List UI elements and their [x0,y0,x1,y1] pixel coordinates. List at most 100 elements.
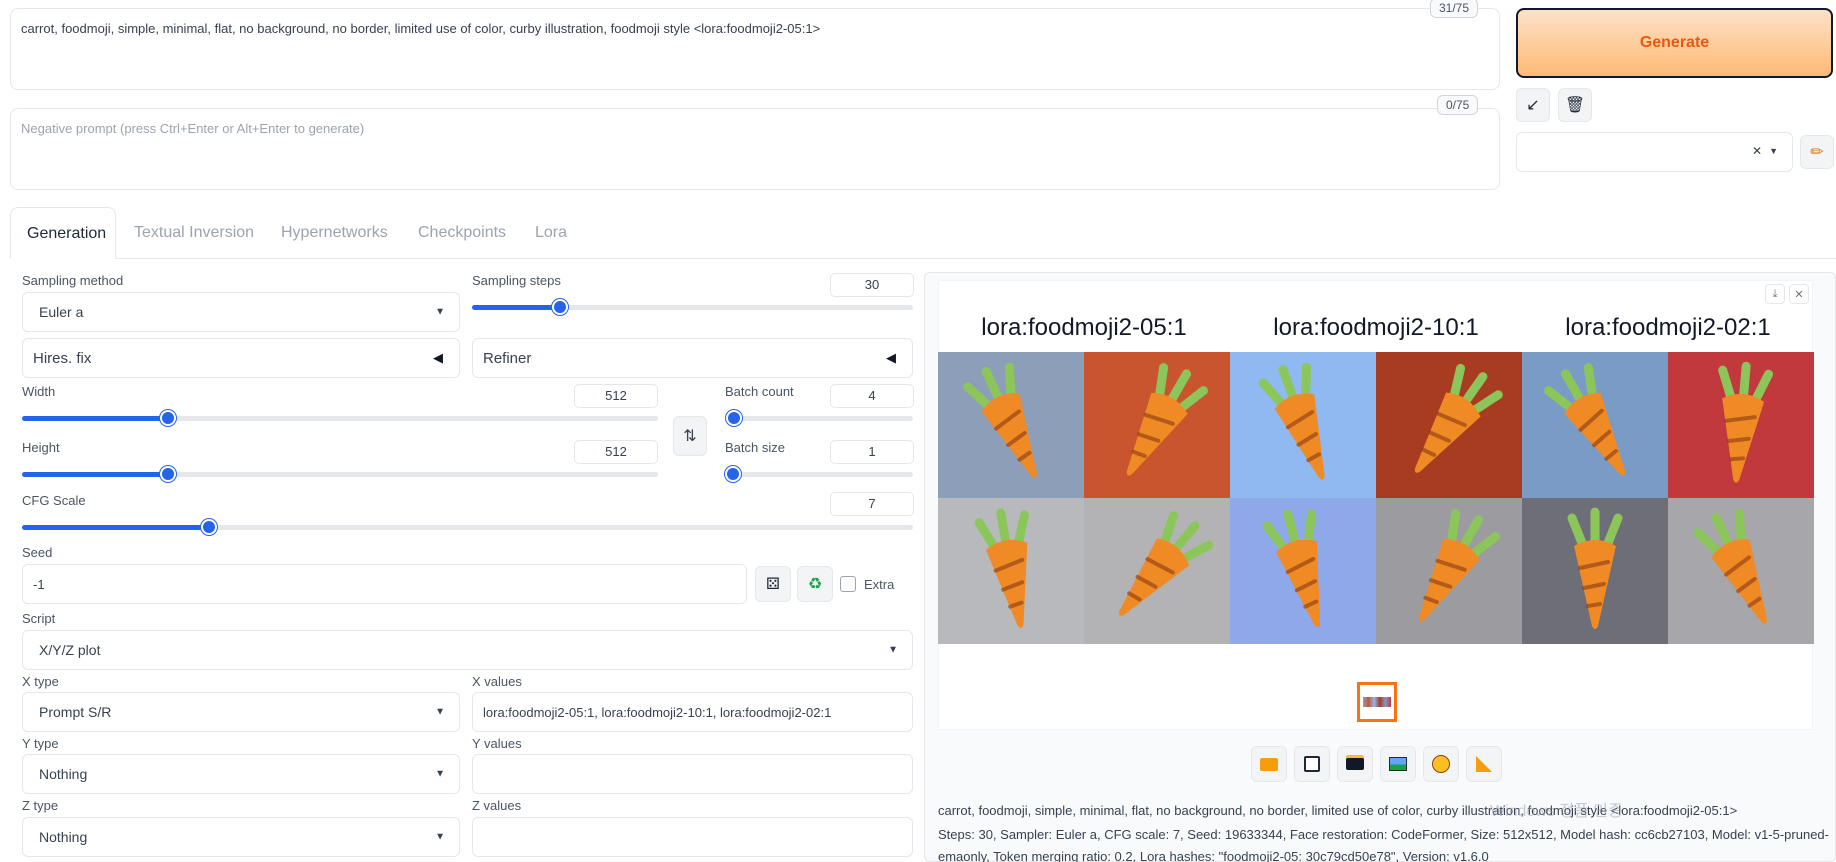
cfg-scale-input[interactable]: 7 [830,492,914,516]
recycle-icon: ♻ [807,576,823,593]
extra-checkbox[interactable] [840,576,856,592]
height-slider[interactable] [22,466,658,482]
grid-tile [1522,498,1668,644]
edit-styles-button[interactable]: ✏ [1800,135,1834,169]
x-values-label: X values [472,674,522,689]
read-params-button[interactable]: ↙ [1516,88,1550,122]
cfg-scale-slider[interactable] [22,519,913,535]
styles-dropdown[interactable]: ✕ ▼ [1516,132,1793,172]
negative-prompt-input[interactable]: Negative prompt (press Ctrl+Enter or Alt… [10,108,1500,190]
trash-icon: 🗑 [1564,97,1586,114]
grid-tile [1376,498,1522,644]
chevron-down-icon: ▼ [435,706,445,718]
floppy-icon [1304,756,1320,772]
image-icon [1389,757,1407,771]
send-to-extras-button[interactable] [1466,746,1502,782]
save-button[interactable] [1294,746,1330,782]
grid-tile [1084,498,1230,644]
tab-bar: Generation Textual Inversion Hypernetwor… [10,207,1836,259]
grid-tile [1522,352,1668,498]
batch-count-input[interactable]: 4 [830,384,914,408]
z-values-label: Z values [472,798,522,813]
seed-input[interactable]: -1 [22,564,747,604]
width-input[interactable]: 512 [574,384,658,408]
z-type-select[interactable]: Nothing ▼ [22,817,460,857]
slider-thumb[interactable] [725,410,742,426]
clear-prompt-button[interactable]: 🗑 [1558,88,1592,122]
batch-count-label: Batch count [725,384,794,399]
grid-tile [1230,498,1376,644]
hires-fix-accordion[interactable]: Hires. fix ◀ [22,338,460,378]
swap-dimensions-button[interactable]: ⇅ [673,416,707,456]
extra-label: Extra [864,577,895,592]
slider-thumb[interactable] [552,299,569,315]
random-seed-button[interactable]: ⚄ [755,566,791,602]
y-type-value: Nothing [39,766,88,782]
hires-fix-label: Hires. fix [33,349,92,367]
generate-button[interactable]: Generate [1516,8,1833,78]
script-select[interactable]: X/Y/Z plot ▼ [22,630,913,670]
sampling-method-select[interactable]: Euler a ▼ [22,292,460,332]
batch-size-slider[interactable] [725,466,913,482]
y-values-input[interactable] [472,754,913,794]
clear-styles-icon[interactable]: ✕ [1752,144,1762,158]
swap-icon: ⇅ [683,428,697,445]
batch-count-slider[interactable] [725,410,913,426]
grid-tile [938,498,1084,644]
sampling-method-label: Sampling method [22,273,124,288]
y-type-select[interactable]: Nothing ▼ [22,754,460,794]
chevron-down-icon: ▼ [435,306,445,318]
batch-size-label: Batch size [725,440,785,455]
windows-activation-watermark: Windows 정품 인증 [1490,803,1623,820]
grid-image[interactable] [938,352,1814,644]
zip-button[interactable] [1337,746,1373,782]
generation-info-hashes: emaonly, Token merging ratio: 0.2, Lora … [938,849,1489,862]
script-value: X/Y/Z plot [39,642,101,658]
script-label: Script [22,611,56,626]
send-to-img2img-button[interactable] [1380,746,1416,782]
height-input[interactable]: 512 [574,440,658,464]
download-icon: ⤓ [1772,287,1778,300]
reuse-seed-button[interactable]: ♻ [797,566,833,602]
x-type-value: Prompt S/R [39,704,112,720]
slider-thumb[interactable] [160,466,177,482]
tab-generation[interactable]: Generation [10,207,116,259]
gallery-thumbnail[interactable] [1357,682,1397,722]
dice-icon: ⚄ [766,576,780,593]
tab-textual-inversion[interactable]: Textual Inversion [118,207,270,259]
collapse-triangle-icon: ◀ [886,350,896,365]
tab-checkpoints[interactable]: Checkpoints [402,207,522,259]
width-slider[interactable] [22,410,658,426]
sampling-steps-slider[interactable] [472,299,913,315]
close-gallery-button[interactable]: ✕ [1789,284,1809,304]
chevron-down-icon: ▼ [1769,146,1778,156]
grid-tile [1084,352,1230,498]
x-type-label: X type [22,674,59,689]
grid-tile [938,352,1084,498]
generation-info-params: Steps: 30, Sampler: Euler a, CFG scale: … [938,827,1829,842]
tab-hypernetworks[interactable]: Hypernetworks [265,207,404,259]
open-folder-button[interactable] [1251,746,1287,782]
x-values-text: lora:foodmoji2-05:1, lora:foodmoji2-10:1… [483,704,832,720]
sampling-steps-input[interactable]: 30 [830,273,914,297]
positive-prompt-input[interactable]: carrot, foodmoji, simple, minimal, flat,… [10,8,1500,90]
layers-icon [1346,758,1364,770]
refiner-accordion[interactable]: Refiner ◀ [472,338,913,378]
x-type-select[interactable]: Prompt S/R ▼ [22,692,460,732]
triangle-ruler-icon [1476,756,1492,772]
slider-thumb[interactable] [725,466,741,482]
tab-lora[interactable]: Lora [519,207,583,259]
sampling-method-value: Euler a [39,304,84,320]
batch-size-input[interactable]: 1 [830,440,914,464]
cfg-scale-label: CFG Scale [22,493,86,508]
download-button[interactable]: ⤓ [1765,284,1785,304]
y-type-label: Y type [22,736,59,751]
pencil-icon: ✏ [1810,144,1824,161]
slider-thumb[interactable] [160,410,177,426]
z-values-input[interactable] [472,817,913,857]
negative-prompt-placeholder: Negative prompt (press Ctrl+Enter or Alt… [21,121,365,136]
arrow-icon: ↙ [1526,97,1540,114]
x-values-input[interactable]: lora:foodmoji2-05:1, lora:foodmoji2-10:1… [472,692,913,732]
slider-thumb[interactable] [201,519,218,535]
send-to-inpaint-button[interactable] [1423,746,1459,782]
